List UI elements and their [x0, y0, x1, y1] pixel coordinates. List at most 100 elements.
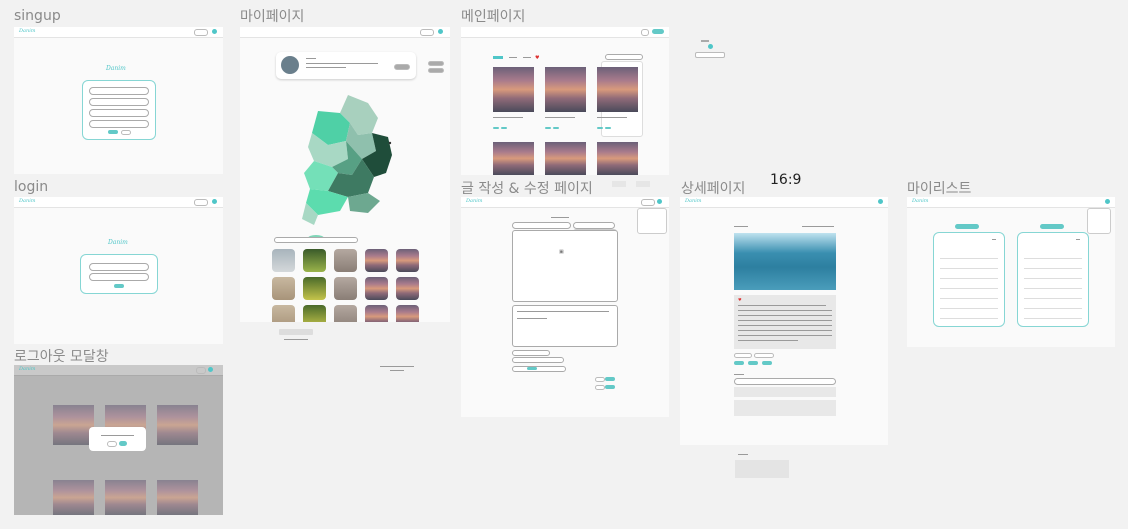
- modal-confirm-button[interactable]: [119, 441, 127, 446]
- post-image[interactable]: [157, 405, 198, 445]
- search-input[interactable]: [605, 54, 643, 60]
- photo-thumb[interactable]: [303, 305, 326, 322]
- submit-button[interactable]: [605, 385, 615, 389]
- list-item[interactable]: [1024, 253, 1082, 259]
- list-item[interactable]: [1024, 273, 1082, 279]
- user-icon[interactable]: [438, 29, 443, 34]
- post-image[interactable]: [53, 405, 94, 445]
- option-chip[interactable]: [527, 367, 537, 370]
- heart-icon[interactable]: ♥: [535, 55, 539, 61]
- modal-cancel-button[interactable]: [107, 441, 117, 447]
- post-image[interactable]: [545, 142, 586, 175]
- list-item[interactable]: [1024, 303, 1082, 309]
- photo-thumb[interactable]: [365, 277, 388, 300]
- photo-thumb[interactable]: [365, 249, 388, 272]
- photo-thumb[interactable]: [272, 277, 295, 300]
- photo-thumb[interactable]: [272, 249, 295, 272]
- password-confirm-field[interactable]: [89, 120, 149, 128]
- tag[interactable]: [545, 127, 551, 129]
- action-button[interactable]: [762, 361, 772, 365]
- tag[interactable]: [754, 353, 774, 358]
- post-image[interactable]: [734, 233, 836, 290]
- list-item[interactable]: [940, 263, 998, 269]
- photo-thumb[interactable]: [396, 305, 419, 322]
- list-item[interactable]: [940, 303, 998, 309]
- list-tab-2[interactable]: [1040, 224, 1064, 229]
- image-upload-area[interactable]: ▣: [512, 230, 618, 302]
- post-image[interactable]: [597, 67, 638, 112]
- tab[interactable]: [523, 57, 531, 58]
- save-button[interactable]: [605, 377, 615, 381]
- id-field[interactable]: [89, 87, 149, 95]
- list-item[interactable]: [940, 283, 998, 289]
- option-input[interactable]: [512, 366, 566, 372]
- header-button[interactable]: [194, 199, 208, 206]
- id-field[interactable]: [89, 263, 149, 271]
- heart-icon[interactable]: ♥: [738, 297, 742, 302]
- user-icon[interactable]: [208, 367, 213, 372]
- map-icon[interactable]: [493, 56, 503, 59]
- signup-button[interactable]: [108, 130, 118, 134]
- action-button[interactable]: [734, 361, 744, 365]
- list-item[interactable]: [940, 253, 998, 259]
- photo-thumb[interactable]: [365, 305, 388, 322]
- photo-thumb[interactable]: [272, 305, 295, 322]
- photo-thumb[interactable]: [303, 249, 326, 272]
- tag[interactable]: [501, 127, 507, 129]
- list-item[interactable]: [1024, 313, 1082, 319]
- header-button[interactable]: [420, 29, 434, 36]
- list-item[interactable]: [1024, 283, 1082, 289]
- list-item[interactable]: [940, 313, 998, 319]
- user-icon[interactable]: [1105, 199, 1110, 204]
- cancel-button[interactable]: [595, 377, 605, 382]
- side-button[interactable]: [428, 68, 444, 73]
- search-input[interactable]: [274, 237, 358, 243]
- tag-input[interactable]: [512, 357, 564, 363]
- post-image[interactable]: [493, 142, 534, 175]
- user-icon[interactable]: [878, 199, 883, 204]
- photo-thumb[interactable]: [303, 277, 326, 300]
- header-button[interactable]: [196, 367, 206, 374]
- tag[interactable]: [597, 127, 603, 129]
- cancel-button[interactable]: [595, 385, 605, 390]
- post-image[interactable]: [53, 480, 94, 515]
- password-field[interactable]: [89, 273, 149, 281]
- list-item[interactable]: [940, 273, 998, 279]
- login-button[interactable]: [114, 284, 124, 288]
- region-select[interactable]: [573, 222, 615, 229]
- post-image[interactable]: [157, 480, 198, 515]
- photo-thumb[interactable]: [334, 305, 357, 322]
- post-image[interactable]: [493, 67, 534, 112]
- cancel-button[interactable]: [121, 130, 131, 135]
- header-button[interactable]: [641, 29, 649, 36]
- login-button[interactable]: [652, 29, 664, 34]
- photo-thumb[interactable]: [334, 277, 357, 300]
- list-item[interactable]: [1024, 293, 1082, 299]
- search-icon[interactable]: [1076, 239, 1080, 240]
- tag[interactable]: [493, 127, 499, 129]
- action-button[interactable]: [748, 361, 758, 365]
- list-item[interactable]: [940, 293, 998, 299]
- tab[interactable]: [509, 57, 517, 58]
- header-button[interactable]: [194, 29, 208, 36]
- user-icon[interactable]: [212, 29, 217, 34]
- list-item[interactable]: [1024, 263, 1082, 269]
- user-icon[interactable]: [657, 199, 662, 204]
- password-field[interactable]: [89, 109, 149, 117]
- user-icon[interactable]: [708, 44, 713, 49]
- title-input[interactable]: [512, 222, 571, 229]
- tag[interactable]: [605, 127, 611, 129]
- photo-thumb[interactable]: [334, 249, 357, 272]
- comment-input[interactable]: [734, 378, 836, 385]
- search-icon[interactable]: [992, 239, 996, 240]
- tag[interactable]: [553, 127, 559, 129]
- tag-input[interactable]: [512, 350, 550, 356]
- photo-thumb[interactable]: [396, 277, 419, 300]
- post-image[interactable]: [545, 67, 586, 112]
- post-image[interactable]: [597, 142, 638, 175]
- side-button[interactable]: [428, 61, 444, 66]
- content-textarea[interactable]: [512, 305, 618, 347]
- post-image[interactable]: [105, 480, 146, 515]
- edit-profile-button[interactable]: [394, 64, 410, 70]
- photo-thumb[interactable]: [396, 249, 419, 272]
